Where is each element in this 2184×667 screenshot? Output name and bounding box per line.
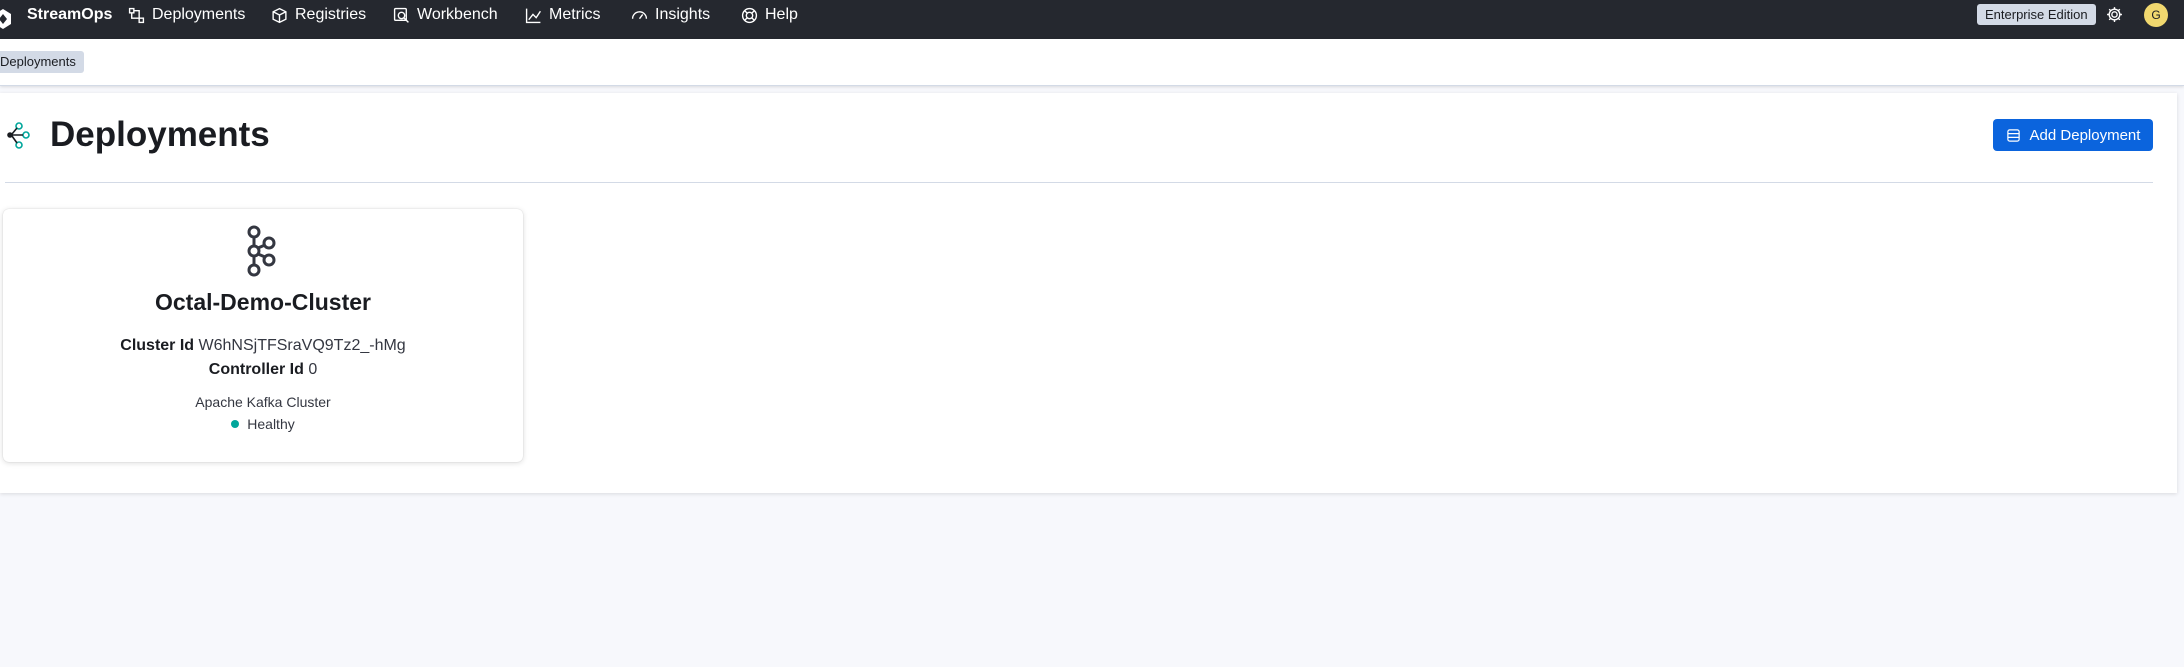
- page-title: Deployments: [50, 115, 270, 154]
- cluster-id-row: Cluster Id W6hNSjTFSraVQ9Tz2_-hMg: [3, 337, 523, 355]
- brand-name[interactable]: StreamOps: [27, 0, 112, 39]
- status-label: Healthy: [247, 416, 295, 432]
- nav-item-label: Insights: [655, 6, 711, 23]
- status-dot-icon: [231, 420, 240, 428]
- status-badge: Healthy: [3, 416, 523, 432]
- controller-id-value: 0: [308, 361, 318, 378]
- nav-item-label: Deployments: [152, 6, 246, 23]
- gear-icon[interactable]: [2106, 6, 2123, 23]
- database-icon: [2006, 128, 2020, 142]
- deployments-page-icon: [7, 122, 30, 149]
- cluster-type: Apache Kafka Cluster: [195, 394, 331, 410]
- cluster-card[interactable]: Octal-Demo-Cluster Cluster Id W6hNSjTFSr…: [3, 209, 523, 462]
- add-deployment-label: Add Deployment: [2029, 126, 2141, 144]
- kafka-icon: [247, 225, 276, 277]
- app-logo-icon[interactable]: [0, 8, 12, 30]
- nav-item-registries[interactable]: Registries: [271, 0, 366, 30]
- nav-item-label: Metrics: [549, 6, 601, 23]
- breadcrumb-bar: Deployments: [0, 39, 2184, 86]
- edition-badge: Enterprise Edition: [1977, 4, 2096, 25]
- nav-item-label: Workbench: [417, 6, 498, 23]
- main-panel: Deployments Add Deployment Octal-Demo-Cl…: [0, 93, 2177, 493]
- nav-item-insights[interactable]: Insights: [631, 0, 710, 30]
- cluster-id-value: W6hNSjTFSraVQ9Tz2_-hMg: [198, 337, 406, 354]
- deployments-icon: [128, 7, 145, 23]
- breadcrumb[interactable]: Deployments: [0, 51, 84, 73]
- cluster-name: Octal-Demo-Cluster: [155, 289, 371, 315]
- nav-item-help[interactable]: Help: [741, 0, 798, 30]
- insights-icon: [631, 10, 648, 19]
- nav-item-label: Registries: [295, 6, 367, 23]
- add-deployment-button[interactable]: Add Deployment: [1993, 119, 2153, 151]
- cluster-id-label: Cluster Id: [120, 337, 195, 354]
- metrics-icon: [525, 8, 541, 23]
- controller-id-label: Controller Id: [208, 361, 304, 378]
- nav-item-workbench[interactable]: Workbench: [393, 0, 498, 30]
- nav-item-label: Help: [765, 6, 798, 23]
- help-icon: [741, 7, 758, 23]
- top-nav: StreamOps Deployments Registries Workben…: [0, 0, 2184, 39]
- divider: [5, 182, 2153, 183]
- workbench-icon: [393, 7, 409, 23]
- registries-icon: [272, 7, 287, 23]
- nav-item-metrics[interactable]: Metrics: [525, 0, 601, 30]
- controller-id-row: Controller Id 0: [3, 361, 523, 379]
- nav-item-deployments[interactable]: Deployments: [128, 0, 245, 30]
- avatar[interactable]: G: [2144, 3, 2168, 27]
